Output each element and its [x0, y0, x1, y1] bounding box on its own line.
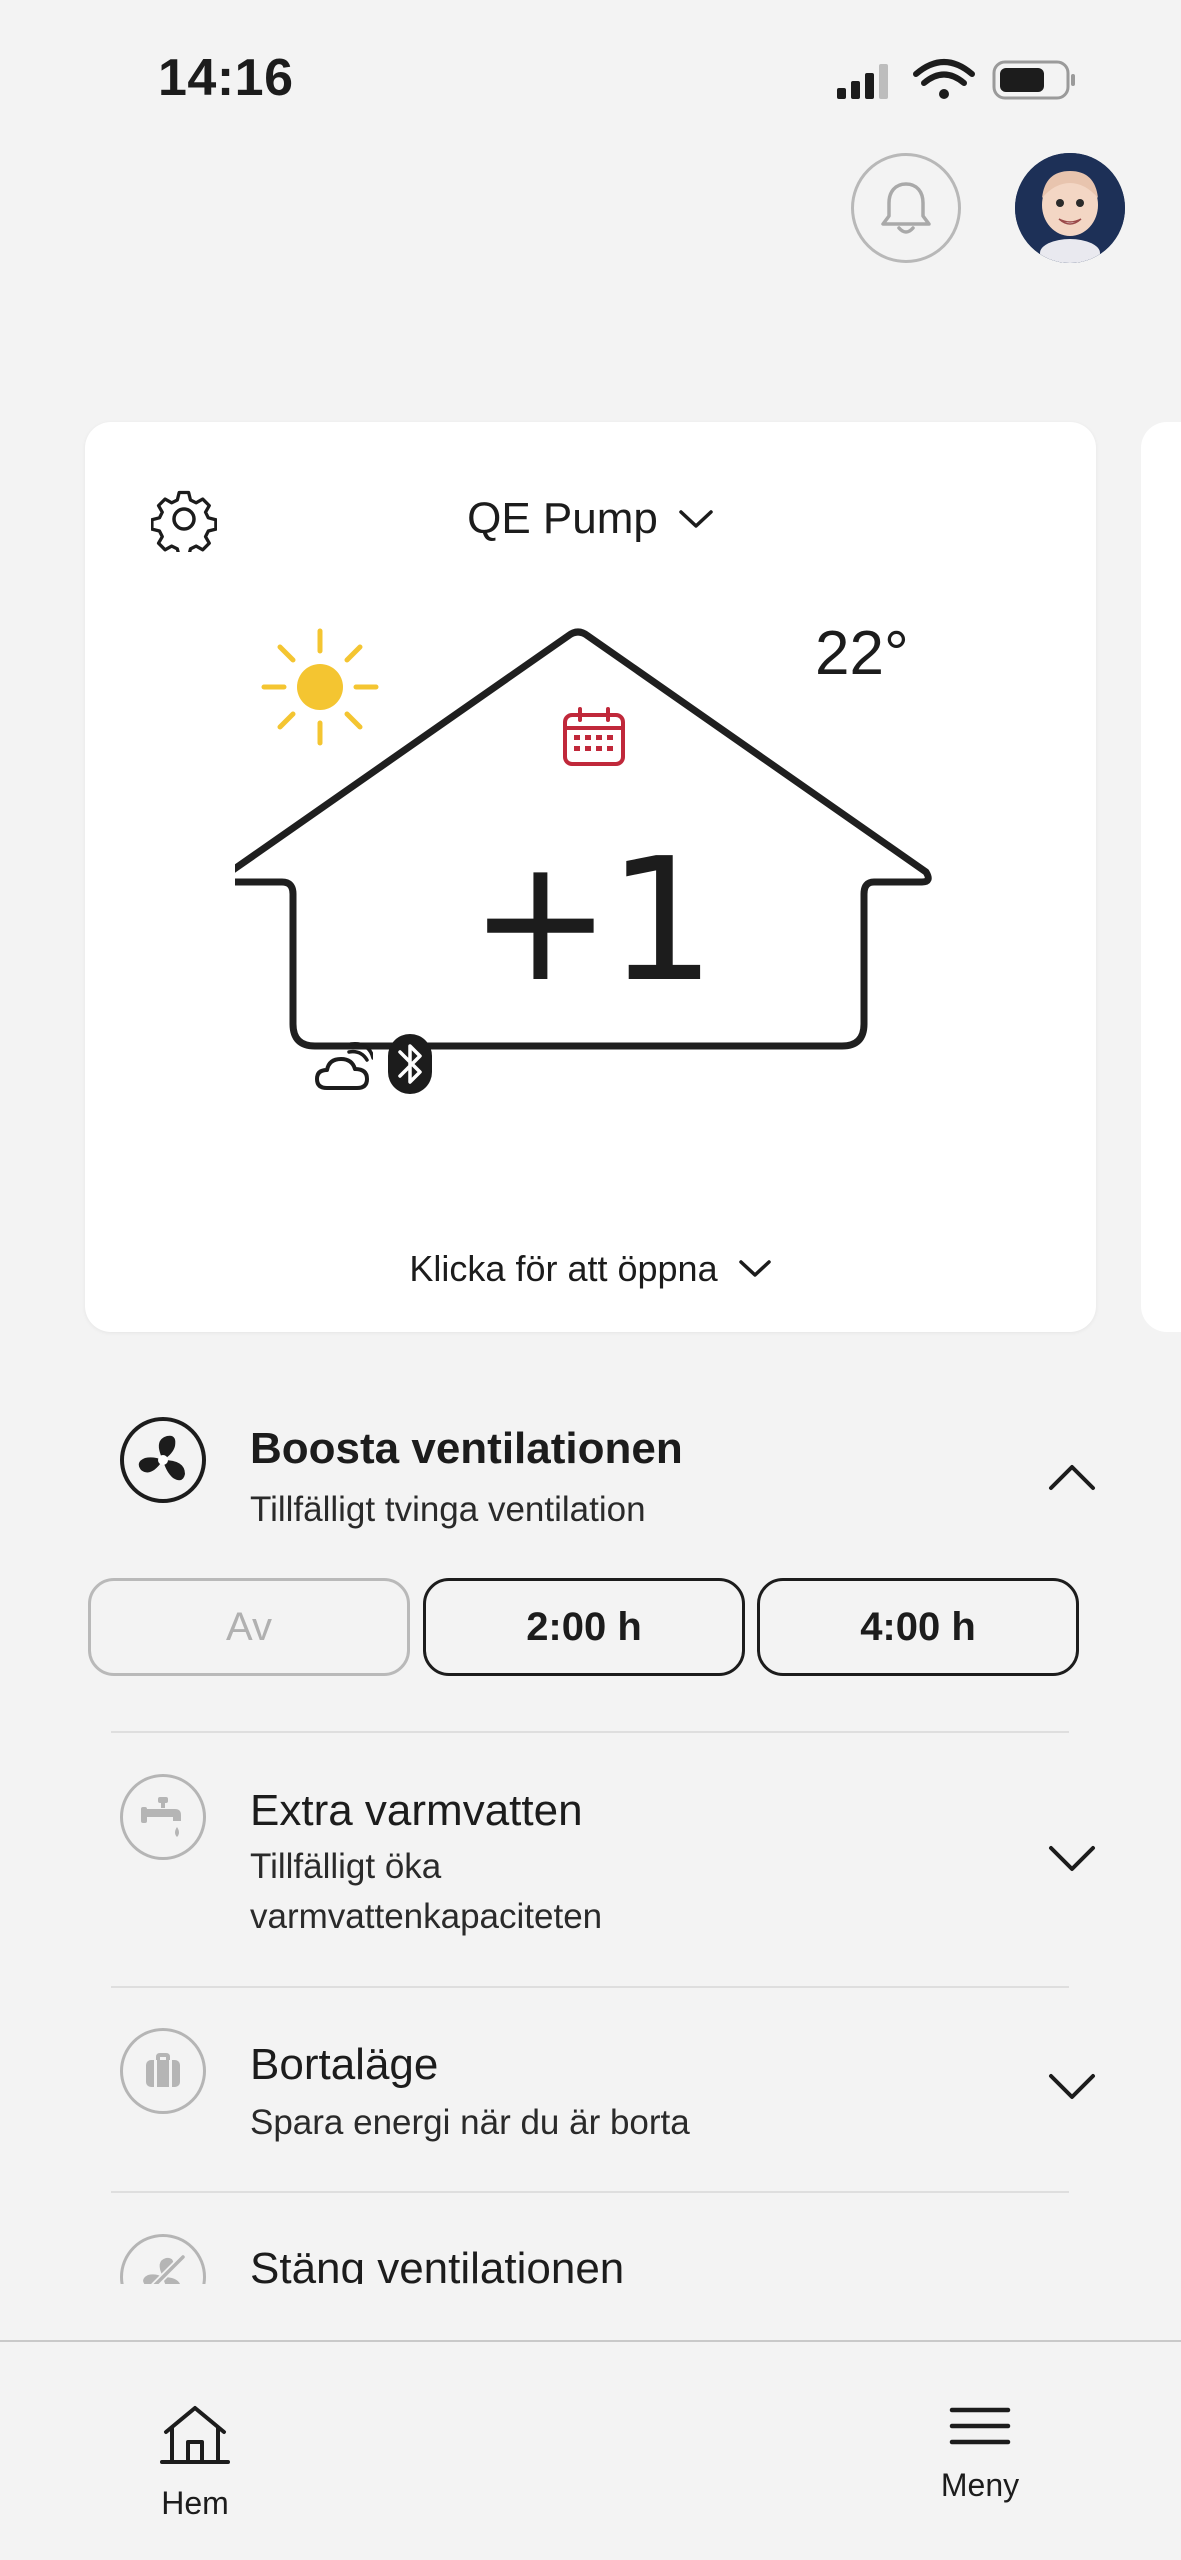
device-selector[interactable]: QE Pump: [85, 486, 1096, 552]
fan-off-icon: [120, 2234, 206, 2284]
hot-water-subtitle: Tillfälligt öka varmvattenkapaciteten: [250, 1842, 602, 1942]
cloud-connected-icon: [315, 1042, 375, 1094]
open-details-button[interactable]: Klicka för att öppna: [85, 1234, 1096, 1304]
signal-icon: [837, 64, 888, 99]
next-card-peek[interactable]: [1141, 422, 1181, 1332]
faucet-icon: [120, 1774, 206, 1860]
collapse-boost-button[interactable]: [1046, 1460, 1098, 1494]
chevron-up-icon: [1049, 1465, 1095, 1490]
status-icons: [832, 56, 1082, 104]
boost-option-2h[interactable]: 2:00 h: [423, 1578, 745, 1676]
nav-home-button[interactable]: Hem: [150, 2404, 240, 2522]
divider: [111, 1731, 1069, 1733]
hamburger-menu-icon: [949, 2407, 1011, 2445]
avatar[interactable]: [1015, 153, 1125, 263]
chevron-down-icon: [1049, 2074, 1095, 2099]
sun-icon: [260, 627, 380, 747]
device-name: QE Pump: [467, 494, 658, 543]
nav-home-label: Hem: [161, 2485, 229, 2521]
wifi-icon: [913, 59, 975, 99]
nav-menu-button[interactable]: Meny: [930, 2404, 1030, 2504]
home-icon: [160, 2406, 230, 2464]
bell-icon: [881, 182, 931, 234]
notifications-button[interactable]: [851, 153, 961, 263]
hot-water-subtitle-line1: Tillfälligt öka: [250, 1847, 442, 1886]
calendar-icon: [560, 706, 628, 768]
boost-subtitle: Tillfälligt tvinga ventilation: [250, 1490, 646, 1529]
away-subtitle: Spara energi när du är borta: [250, 2103, 690, 2142]
outdoor-temperature: 22°: [815, 619, 909, 688]
memoji-avatar-icon: [1015, 153, 1125, 263]
bottom-nav: Hem Meny: [0, 2340, 1181, 2560]
expand-away-button[interactable]: [1046, 2070, 1098, 2104]
away-title: Bortaläge: [250, 2040, 439, 2089]
expand-hot-water-button[interactable]: [1046, 1842, 1098, 1876]
chevron-down-icon: [679, 510, 713, 528]
boost-title: Boosta ventilationen: [250, 1424, 683, 1473]
battery-icon: [992, 60, 1075, 100]
chevron-down-icon: [1049, 1846, 1095, 1871]
nav-menu-label: Meny: [940, 2467, 1020, 2503]
hot-water-subtitle-line2: varmvattenkapaciteten: [250, 1897, 603, 1936]
device-card[interactable]: QE Pump 22° +1 Klicka för att öppna: [85, 422, 1096, 1332]
bluetooth-icon: [388, 1034, 432, 1094]
suitcase-icon: [120, 2028, 206, 2114]
setpoint-value: +1: [469, 822, 716, 1020]
fan-icon: [120, 1417, 206, 1503]
hot-water-title: Extra varmvatten: [250, 1786, 583, 1835]
boost-option-off[interactable]: Av: [88, 1578, 410, 1676]
divider: [111, 1986, 1069, 1988]
status-time: 14:16: [158, 49, 294, 107]
close-ventilation-row[interactable]: Stäng ventilationen: [0, 2200, 1181, 2284]
close-ventilation-title: Stäng ventilationen: [250, 2244, 625, 2284]
boost-option-4h[interactable]: 4:00 h: [757, 1578, 1079, 1676]
chevron-down-icon: [738, 1260, 771, 1277]
open-details-label: Klicka för att öppna: [409, 1248, 718, 1289]
divider: [111, 2191, 1069, 2193]
